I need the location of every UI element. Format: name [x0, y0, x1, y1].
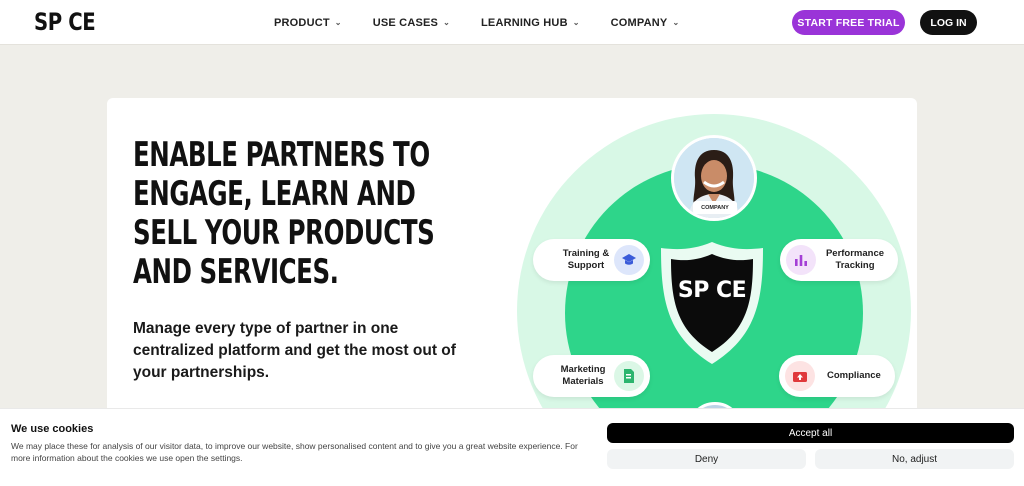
nav-item-label: USE CASES [372, 16, 439, 29]
accept-all-button[interactable]: Accept all [607, 423, 1014, 443]
cookie-title: We use cookies [11, 423, 94, 435]
chevron-down-icon: ⌄ [572, 18, 580, 27]
chevron-down-icon: ⌄ [334, 18, 342, 27]
cookie-description: We may place these for analysis of our v… [11, 441, 578, 463]
feature-label: Compliance [827, 370, 881, 381]
chevron-down-icon: ⌄ [672, 18, 680, 27]
graduation-cap-icon [614, 245, 644, 275]
nav-item-company[interactable]: COMPANY ⌄ [611, 17, 680, 29]
hero-card: ENABLE PARTNERS TO ENGAGE, LEARN AND SEL… [107, 98, 917, 418]
feature-label: Training & Support [562, 248, 610, 271]
nav-item-label: COMPANY [610, 16, 668, 29]
nav-item-label: LEARNING HUB [480, 16, 568, 29]
start-free-trial-button[interactable]: START FREE TRIAL [792, 10, 905, 35]
brand-shield: SP CE [659, 240, 765, 366]
shield-logo-text: SP CE [677, 278, 747, 303]
nav-item-use-cases[interactable]: USE CASES ⌄ [373, 17, 450, 29]
feature-label: Performance Tracking [825, 248, 885, 271]
adjust-button[interactable]: No, adjust [815, 449, 1014, 469]
cookie-banner: We use cookies We may place these for an… [0, 408, 1024, 486]
upload-box-icon [785, 361, 815, 391]
nav-item-learning-hub[interactable]: LEARNING HUB ⌄ [481, 17, 580, 29]
feature-performance-tracking[interactable]: Performance Tracking [780, 239, 898, 281]
feature-training-support[interactable]: Training & Support [533, 239, 650, 281]
chevron-down-icon: ⌄ [443, 18, 450, 27]
feature-compliance[interactable]: Compliance [779, 355, 895, 397]
nav-item-product[interactable]: PRODUCT ⌄ [274, 17, 342, 29]
site-logo[interactable]: SP CE [34, 8, 96, 36]
login-button[interactable]: LOG IN [920, 10, 977, 35]
hero-subtitle: Manage every type of partner in one cent… [133, 320, 456, 381]
hero-title: ENABLE PARTNERS TO ENGAGE, LEARN AND SEL… [133, 135, 435, 292]
main-nav: PRODUCT ⌄ USE CASES ⌄ LEARNING HUB ⌄ COM… [274, 0, 710, 45]
feature-label: Marketing Materials [560, 364, 606, 387]
company-tag: COMPANY [693, 201, 737, 214]
site-header: SP CE PRODUCT ⌄ USE CASES ⌄ LEARNING HUB… [0, 0, 1024, 45]
deny-button[interactable]: Deny [607, 449, 806, 469]
bar-chart-icon [786, 245, 816, 275]
partner-diagram: COMPANY SP CE Training & Support Perform… [517, 114, 917, 418]
document-icon [614, 361, 644, 391]
feature-marketing-materials[interactable]: Marketing Materials [533, 355, 650, 397]
nav-item-label: PRODUCT [274, 16, 330, 29]
